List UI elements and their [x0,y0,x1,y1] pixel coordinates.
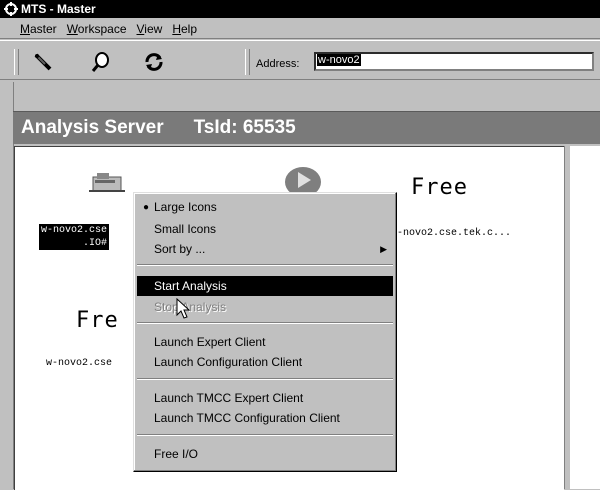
menu-bar: Master Workspace View Help [0,19,600,39]
probe-button[interactable] [30,49,58,75]
item-label-right[interactable]: w-novo2.cse.tek.c... [391,228,511,239]
menu-help[interactable]: Help [167,22,202,36]
right-pane[interactable] [570,146,600,489]
menu-separator [137,434,393,436]
server-header: Analysis Server TsId: 65535 [13,111,600,144]
refresh-button[interactable] [140,49,168,75]
mouse-cursor-icon [176,297,191,323]
magnifier-icon [89,51,111,73]
address-input[interactable]: w-novo2 [314,52,594,71]
address-value: w-novo2 [317,54,361,66]
menu-item-small-icons[interactable]: Small Icons [137,219,393,239]
context-menu: ● Large Icons Small Icons Sort by ... ▶ … [133,192,397,472]
address-grip[interactable] [245,49,250,75]
server-title: Analysis Server [21,117,164,138]
menu-item-free-io[interactable]: Free I/O [137,444,393,464]
window-title: MTS - Master [21,2,96,16]
tsid-label: TsId: 65535 [193,117,296,138]
menu-workspace[interactable]: Workspace [62,22,132,36]
menu-item-sort-by[interactable]: Sort by ... ▶ [137,239,393,259]
menu-view[interactable]: View [132,22,168,36]
submenu-arrow-icon: ▶ [380,243,387,254]
toolbar-grip[interactable] [14,49,19,75]
menu-item-large-icons[interactable]: ● Large Icons [137,197,393,217]
menu-separator [137,264,393,266]
menu-master[interactable]: Master [0,22,62,36]
refresh-icon [143,51,165,73]
menu-separator [137,378,393,380]
title-bar: MTS - Master [0,0,600,18]
address-label: Address: [256,58,300,70]
free-slot-label-2[interactable]: Fre [76,308,119,333]
radio-bullet-icon: ● [143,201,150,213]
probe-icon [33,51,55,73]
menu-item-launch-tmcc-expert-client[interactable]: Launch TMCC Expert Client [137,388,393,408]
free-slot-label[interactable]: Free [411,175,468,200]
server-icon[interactable] [87,171,127,198]
menu-item-start-analysis[interactable]: Start Analysis [137,276,393,296]
menu-item-launch-tmcc-configuration-client[interactable]: Launch TMCC Configuration Client [137,408,393,428]
search-button[interactable] [86,49,114,75]
item-label-bottom[interactable]: w-novo2.cse [46,358,112,369]
menu-item-launch-expert-client[interactable]: Launch Expert Client [137,332,393,352]
selected-item-label[interactable]: w-novo2.cse .IO# [39,224,110,250]
toolbar: Address: w-novo2 [0,40,600,80]
app-icon[interactable] [4,2,18,16]
menu-item-launch-configuration-client[interactable]: Launch Configuration Client [137,352,393,372]
